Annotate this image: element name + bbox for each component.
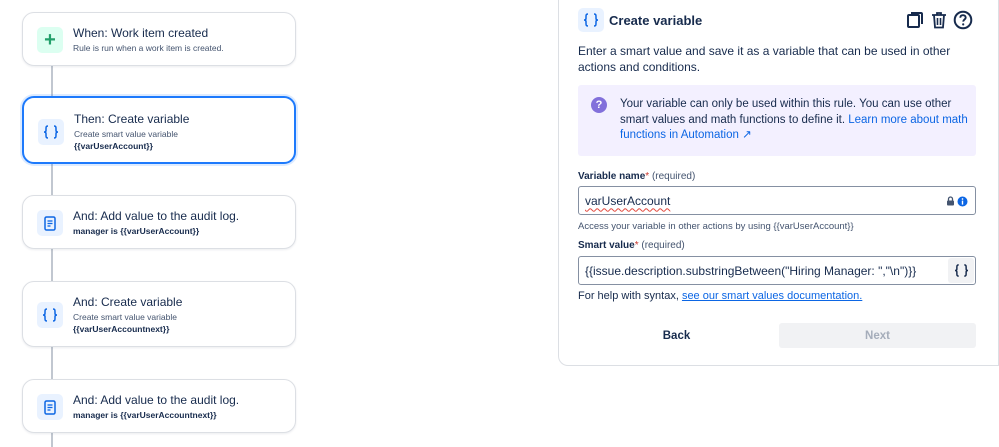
component-variable-ref: {{varUserAccount}} (74, 141, 153, 151)
lock-icon (947, 196, 954, 206)
required-star: * (645, 171, 650, 182)
panel-title: Create variable (609, 13, 703, 28)
rule-component-create-variable[interactable]: Then: Create variable Create smart value… (22, 96, 296, 164)
component-subtitle: Rule is run when a work item is created. (73, 43, 224, 53)
document-icon (37, 394, 63, 420)
info-message: ? Your variable can only be used within … (578, 85, 976, 156)
help-button[interactable] (952, 9, 974, 31)
variable-name-help: Access your variable in other actions by… (578, 221, 854, 232)
rule-component-create-variable[interactable]: And: Create variable Create smart value … (22, 281, 296, 347)
back-button[interactable]: Back (578, 323, 775, 348)
insert-smart-value-button[interactable] (948, 258, 974, 283)
component-config-panel: Create variable Enter a smart value and … (558, 0, 999, 366)
smart-value-input[interactable]: {{issue.description.substringBetween("Hi… (578, 256, 976, 285)
flow-connector (51, 249, 53, 282)
component-title: When: Work item created (73, 26, 209, 40)
smart-values-docs-link[interactable]: see our smart values documentation. (682, 290, 862, 302)
variable-name-label: Variable name* (required) (578, 171, 696, 182)
component-title: Then: Create variable (74, 112, 190, 126)
component-subtitle: manager is {{varUserAccountnext}} (73, 410, 217, 420)
flow-connector (51, 163, 53, 196)
component-title: And: Add value to the audit log. (73, 209, 240, 223)
component-title: And: Add value to the audit log. (73, 393, 240, 407)
info-text: Your variable can only be used within th… (620, 97, 970, 144)
flow-connector (51, 432, 53, 447)
required-text: (required) (651, 171, 696, 182)
help-icon (953, 10, 973, 30)
trash-icon (932, 12, 946, 29)
panel-description: Enter a smart value and save it as a var… (578, 44, 951, 74)
required-star: * (634, 240, 639, 251)
component-title: And: Create variable (73, 295, 183, 309)
variable-name-value: varUserAccount (585, 193, 671, 208)
braces-icon (37, 302, 63, 328)
copy-icon (907, 12, 923, 28)
plus-icon: + (37, 27, 63, 53)
rule-component-audit-log[interactable]: And: Add value to the audit log. manager… (22, 379, 296, 433)
document-icon (37, 210, 63, 236)
next-button[interactable]: Next (779, 323, 976, 348)
smart-value-text: {{issue.description.substringBetween("Hi… (585, 263, 917, 278)
syntax-help: For help with syntax, see our smart valu… (578, 290, 862, 302)
component-variable-ref: {{varUserAccountnext}} (73, 324, 170, 334)
delete-button[interactable] (928, 9, 950, 31)
question-icon: ? (591, 97, 607, 113)
component-subtitle: Create smart value variable (73, 312, 177, 322)
flow-connector (51, 347, 53, 379)
info-icon (957, 196, 968, 206)
rule-flow: + When: Work item created Rule is run wh… (0, 0, 540, 447)
braces-icon (954, 264, 968, 277)
required-text: (required) (641, 240, 685, 251)
rule-component-audit-log[interactable]: And: Add value to the audit log. manager… (22, 195, 296, 249)
component-subtitle: manager is {{varUserAccount}} (73, 226, 200, 236)
duplicate-button[interactable] (904, 9, 926, 31)
syntax-help-prefix: For help with syntax, (578, 290, 679, 302)
braces-icon (578, 8, 604, 32)
rule-component-trigger[interactable]: + When: Work item created Rule is run wh… (22, 12, 296, 66)
field-status-icons (944, 193, 970, 209)
braces-icon (38, 119, 64, 145)
flow-connector (51, 66, 53, 98)
variable-name-input[interactable]: varUserAccount (578, 186, 976, 215)
smart-value-label: Smart value* (required) (578, 240, 685, 251)
component-subtitle: Create smart value variable (74, 129, 178, 139)
